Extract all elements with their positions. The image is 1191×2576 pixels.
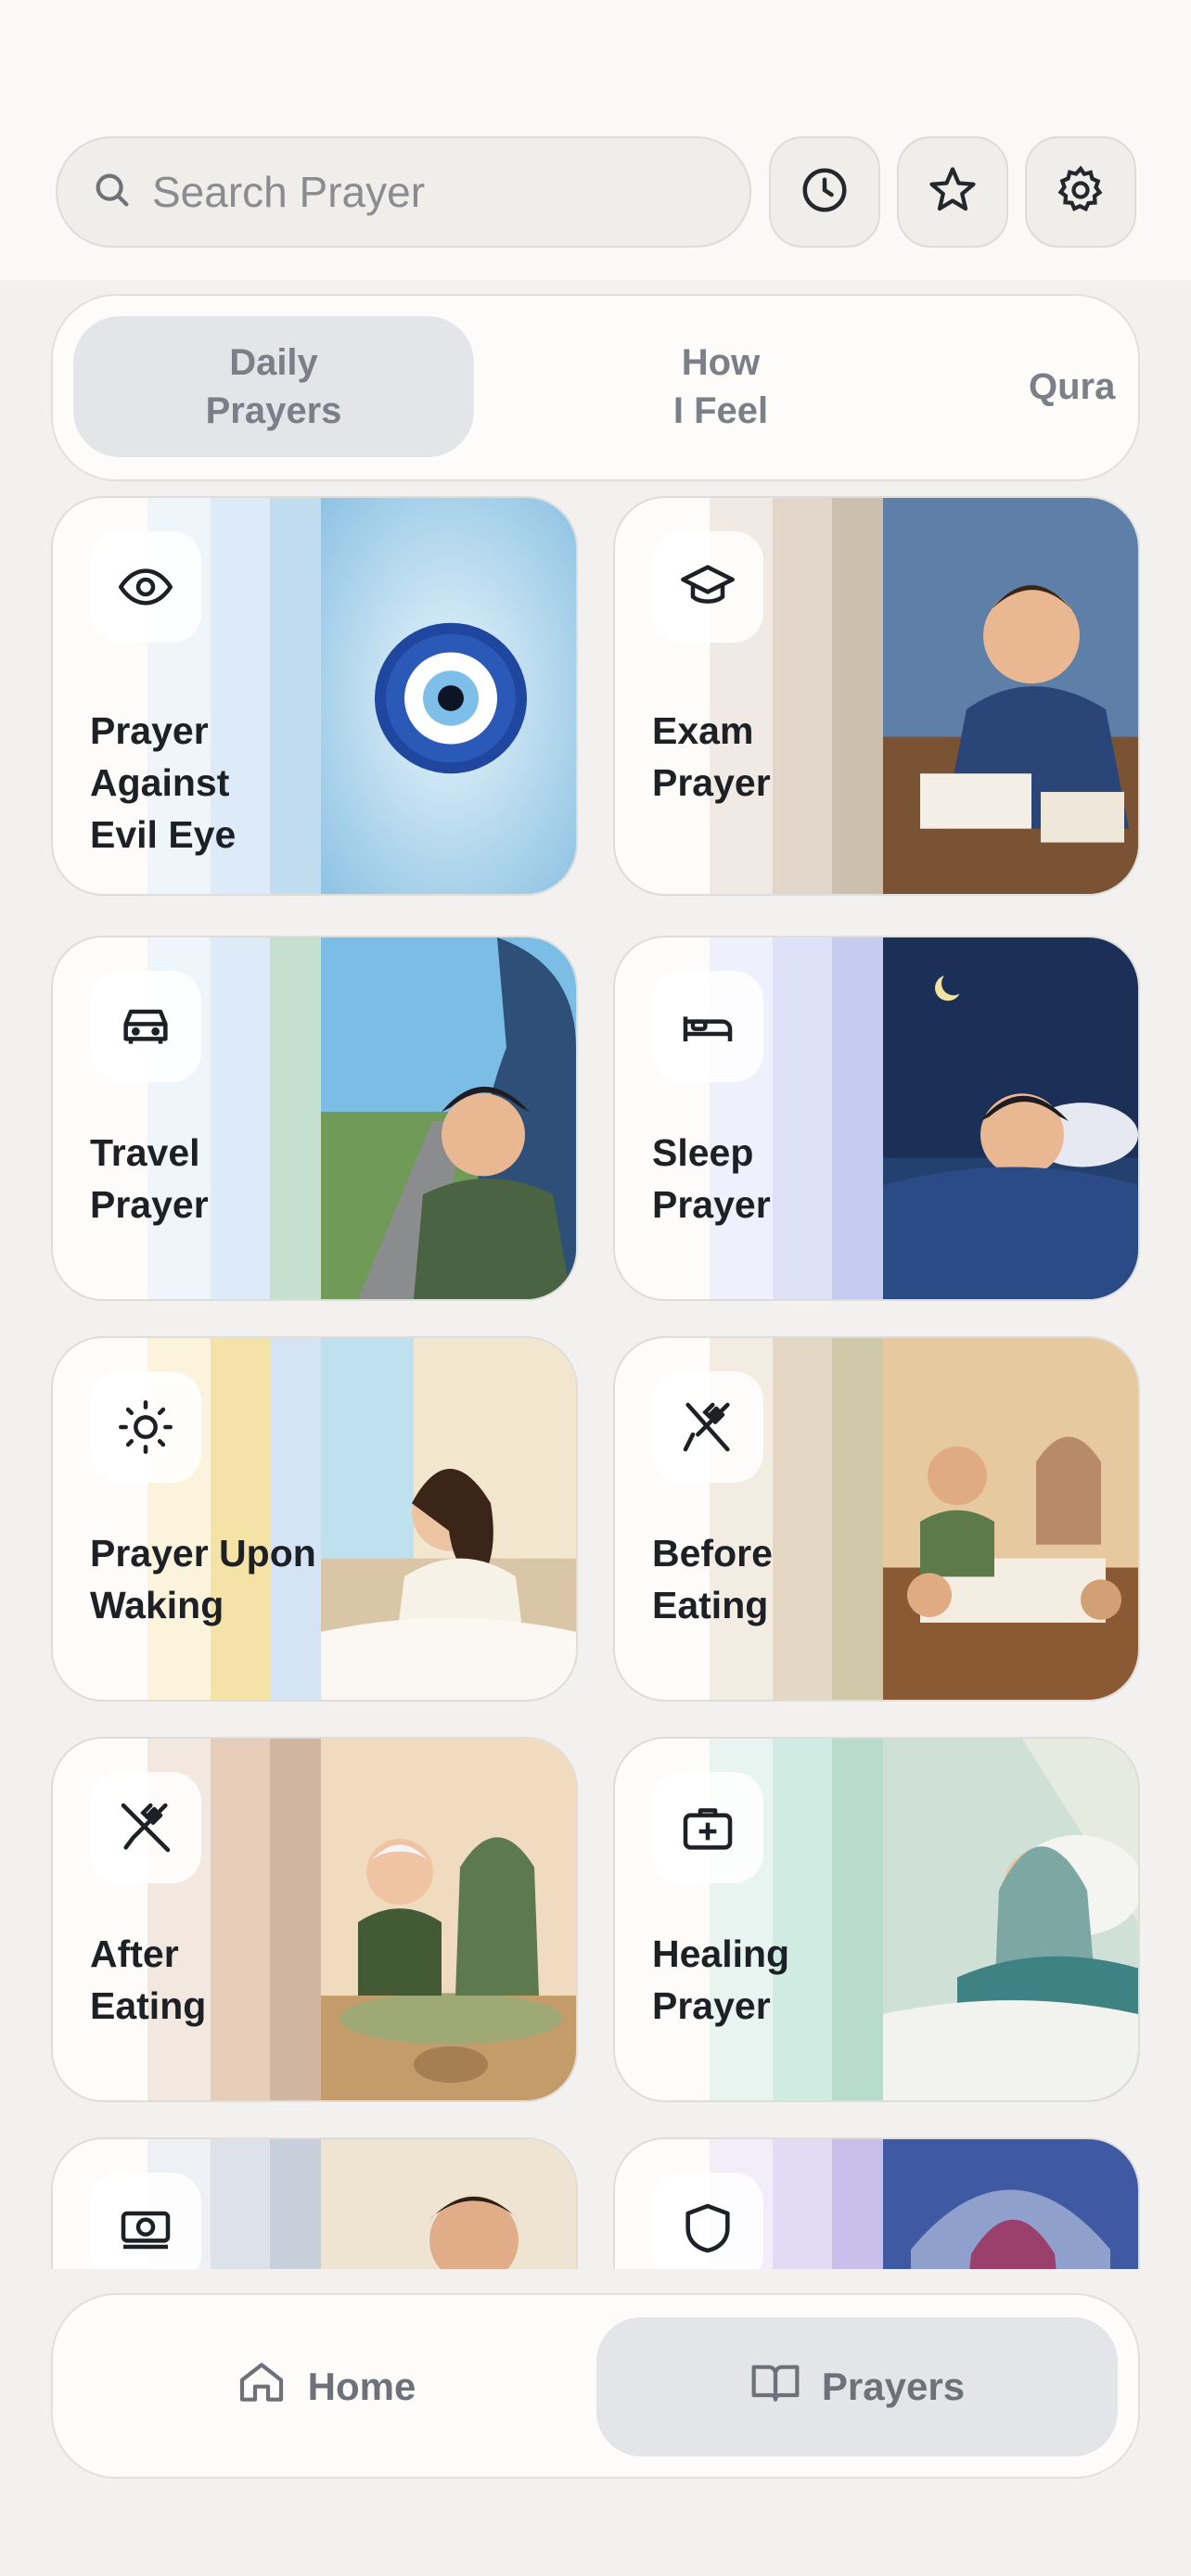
healing-illustration: [883, 1739, 1138, 2100]
tab-quran[interactable]: Qura: [1029, 316, 1138, 457]
history-button[interactable]: [769, 136, 880, 248]
clock-icon: [797, 162, 852, 223]
nav-prayers[interactable]: Prayers: [596, 2317, 1118, 2456]
search-icon: [91, 169, 134, 216]
app-screen: Search Prayer Daily Prayers How I Feel Q…: [0, 0, 1191, 2576]
top-bar: Search Prayer: [0, 0, 1191, 280]
eye-icon: [90, 531, 201, 643]
prayer-card-healing[interactable]: Healing Prayer: [613, 1737, 1140, 2102]
card-title: Prayer Against Evil Eye: [90, 709, 237, 856]
home-icon: [236, 2356, 288, 2417]
tab-how-i-feel[interactable]: How I Feel: [544, 316, 897, 457]
nav-prayers-label: Prayers: [821, 2365, 966, 2408]
graduation-cap-icon: [652, 531, 763, 643]
travel-illustration: [321, 937, 576, 1299]
family-dinner-illustration: [883, 1338, 1138, 1700]
card-title: After Eating: [90, 1932, 207, 2027]
category-tabs: Daily Prayers How I Feel Qura: [51, 294, 1140, 481]
prayer-card-protection[interactable]: [613, 2137, 1140, 2269]
sleep-illustration: [883, 937, 1138, 1299]
card-title: Healing Prayer: [652, 1932, 790, 2027]
elderly-couple-illustration: [321, 1739, 576, 2100]
search-input[interactable]: Search Prayer: [56, 136, 751, 248]
first-aid-kit-icon: [652, 1772, 763, 1883]
money-icon: [90, 2173, 201, 2269]
prayer-card-travel[interactable]: Travel Prayer: [51, 936, 578, 1301]
tab-daily-prayers[interactable]: Daily Prayers: [73, 316, 474, 457]
prayer-card-exam[interactable]: Exam Prayer: [613, 496, 1140, 896]
settings-button[interactable]: [1025, 136, 1136, 248]
prayer-card-waking[interactable]: Prayer Upon Waking: [51, 1336, 578, 1702]
sun-icon: [90, 1371, 201, 1483]
gear-icon: [1053, 162, 1108, 223]
prayer-card-after-eating[interactable]: After Eating: [51, 1737, 578, 2102]
praying-man-illustration: [321, 2139, 576, 2269]
card-title: Sleep Prayer: [652, 1131, 771, 1226]
nav-home-label: Home: [307, 2365, 416, 2408]
prayer-grid: Prayer Against Evil Eye Exam Prayer Trav…: [0, 496, 1191, 2269]
card-title: Before Eating: [652, 1532, 773, 1626]
card-title: Exam Prayer: [652, 709, 771, 804]
nav-home[interactable]: Home: [75, 2317, 576, 2456]
prayer-card-before-eating[interactable]: Before Eating: [613, 1336, 1140, 1702]
car-icon: [90, 971, 201, 1082]
search-placeholder: Search Prayer: [152, 168, 426, 216]
bed-icon: [652, 971, 763, 1082]
student-illustration: [883, 498, 1138, 894]
bottom-navigation: Home Prayers: [51, 2293, 1140, 2479]
card-title: Prayer Upon Waking: [90, 1532, 316, 1626]
prayer-card-sleep[interactable]: Sleep Prayer: [613, 936, 1140, 1301]
star-icon: [925, 162, 980, 223]
utensils-crossed-icon: [90, 1772, 201, 1883]
favorites-button[interactable]: [897, 136, 1008, 248]
book-open-icon: [749, 2356, 801, 2417]
shield-icon: [652, 2173, 763, 2269]
utensils-icon: [652, 1371, 763, 1483]
prayer-card-provision[interactable]: [51, 2137, 578, 2269]
card-title: Travel Prayer: [90, 1131, 209, 1226]
waking-illustration: [321, 1338, 576, 1700]
mosque-dome-illustration: [883, 2139, 1138, 2269]
prayer-card-evil-eye[interactable]: Prayer Against Evil Eye: [51, 496, 578, 896]
